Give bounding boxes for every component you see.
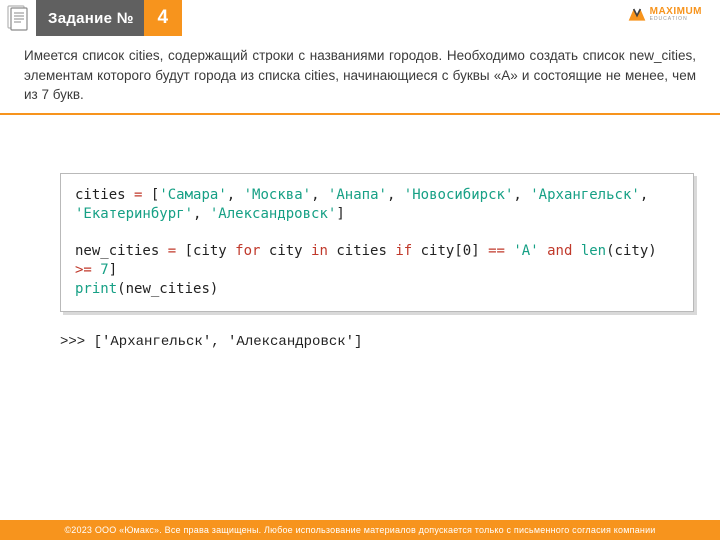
code-line-3: print(new_cities) xyxy=(75,280,679,299)
code-line-2: new_cities = [city for city in cities if… xyxy=(75,242,679,280)
content-area: cities = ['Самара', 'Москва', 'Анапа', '… xyxy=(0,115,720,520)
logo-subtext: EDUCATION xyxy=(650,17,702,21)
title-block: Задание № 4 xyxy=(36,0,182,36)
task-number: 4 xyxy=(144,0,182,36)
code-line-1: cities = ['Самара', 'Москва', 'Анапа', '… xyxy=(75,186,679,224)
task-label: Задание № xyxy=(36,0,144,36)
logo-mark-icon xyxy=(627,4,647,24)
brand-logo: MAXIMUM EDUCATION xyxy=(627,4,702,24)
header: Задание № 4 MAXIMUM EDUCATION xyxy=(0,0,720,36)
code-block: cities = ['Самара', 'Москва', 'Анапа', '… xyxy=(60,173,694,312)
header-left: Задание № 4 xyxy=(0,0,182,36)
task-description: Имеется список cities, содержащий строки… xyxy=(0,36,720,115)
document-icon xyxy=(0,0,36,36)
code-output: >>> ['Архангельск', 'Александровск'] xyxy=(60,334,694,350)
footer-copyright: ©2023 ООО «Юмакс». Все права защищены. Л… xyxy=(0,520,720,540)
code-blank-line xyxy=(75,223,679,242)
logo-text: MAXIMUM xyxy=(650,8,702,16)
